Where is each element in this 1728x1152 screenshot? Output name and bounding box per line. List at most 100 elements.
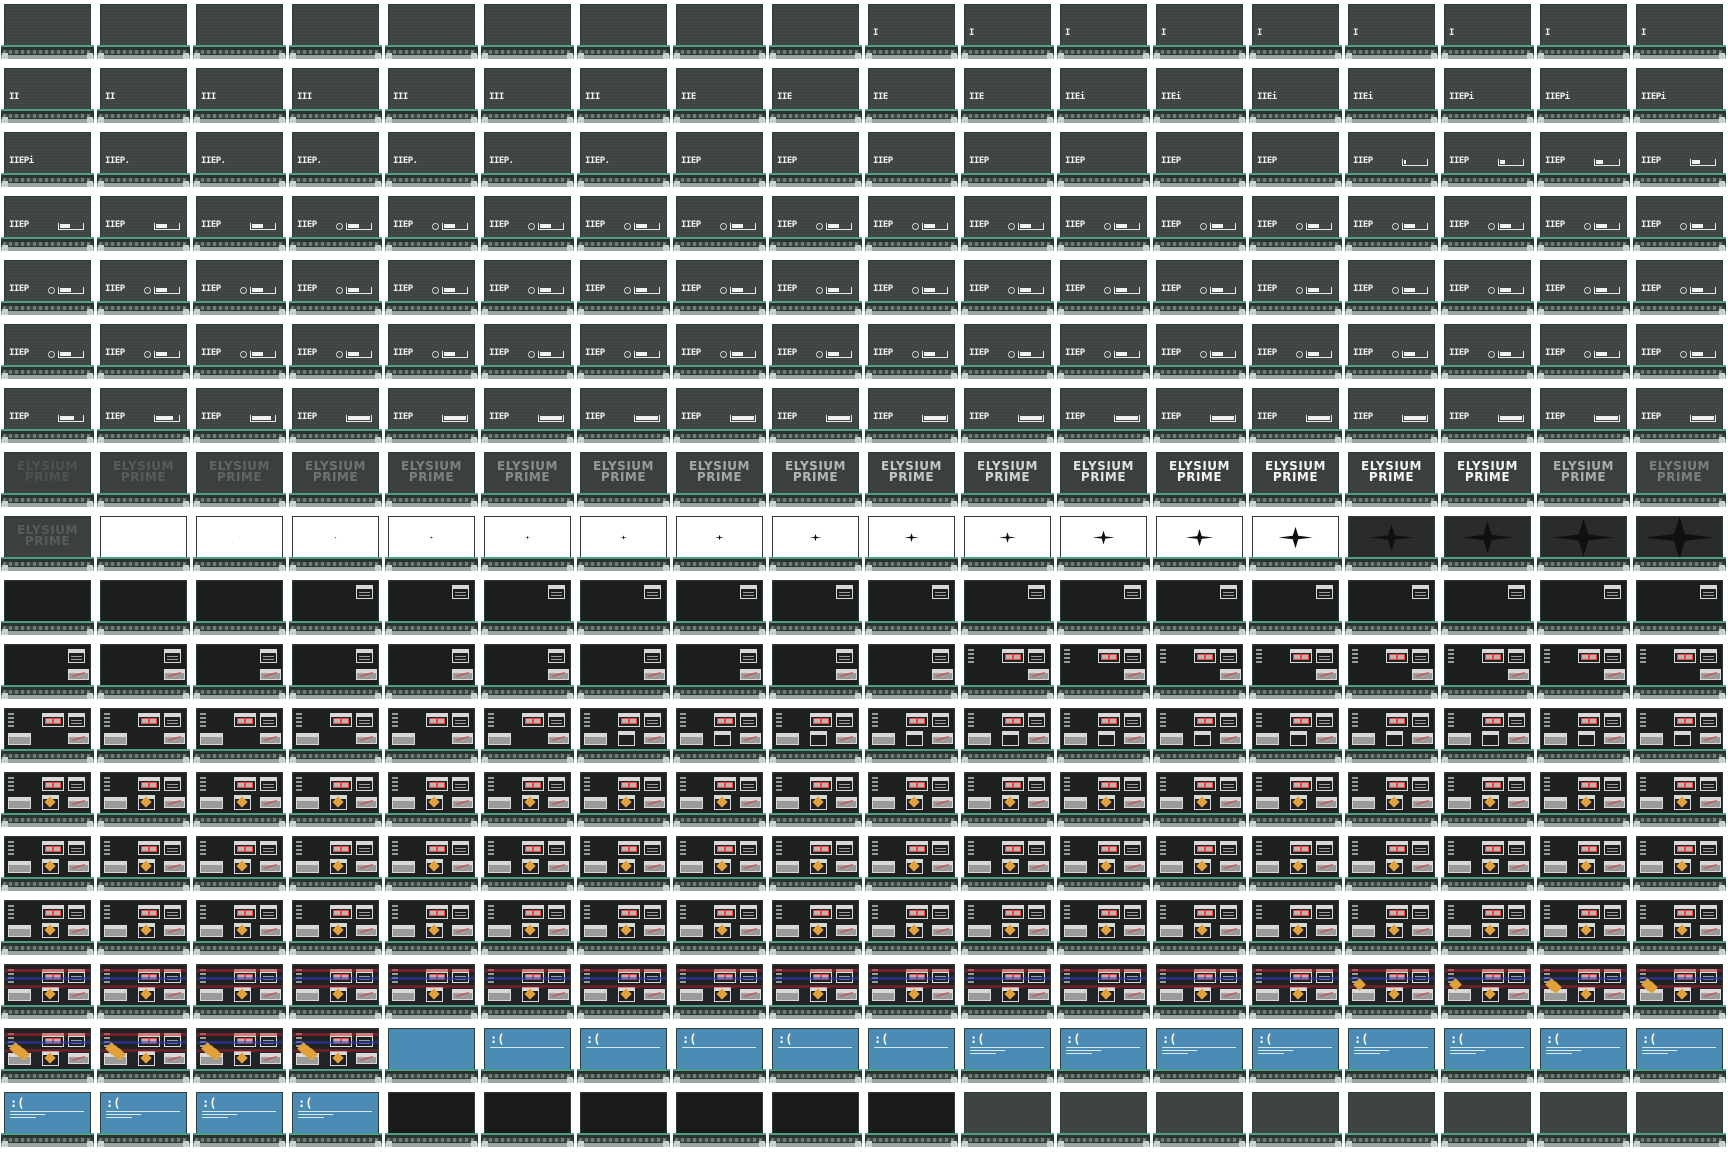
bottom-right-window[interactable] — [1507, 668, 1529, 680]
top-right-window[interactable] — [931, 905, 950, 920]
bottom-right-window[interactable] — [355, 988, 377, 1000]
window-title-bar[interactable] — [1545, 733, 1567, 737]
center-window[interactable] — [809, 905, 833, 920]
window-title-bar[interactable] — [644, 842, 661, 846]
bottom-right-window[interactable] — [547, 988, 569, 1000]
window-title-bar[interactable] — [1161, 733, 1183, 737]
bottom-left-window[interactable] — [776, 988, 800, 1001]
window-title-bar[interactable] — [1065, 925, 1087, 929]
top-right-window[interactable] — [931, 649, 950, 664]
window-title-bar[interactable] — [644, 778, 661, 782]
center-window[interactable] — [809, 777, 833, 792]
center-window[interactable] — [1001, 905, 1025, 920]
lower-center-window[interactable] — [1673, 986, 1691, 1002]
bottom-right-window[interactable] — [259, 668, 281, 680]
center-window[interactable] — [1385, 777, 1409, 792]
center-window[interactable] — [1193, 713, 1217, 728]
bottom-right-window[interactable] — [259, 924, 281, 936]
window-title-bar[interactable] — [330, 778, 352, 782]
window-title-bar[interactable] — [1674, 842, 1696, 846]
window-title-bar[interactable] — [1124, 906, 1141, 910]
window-title-bar[interactable] — [68, 906, 85, 910]
window-title-bar[interactable] — [1220, 714, 1237, 718]
top-right-window[interactable] — [1411, 777, 1430, 792]
window-title-bar[interactable] — [1194, 714, 1216, 718]
bottom-left-window[interactable] — [1160, 988, 1184, 1001]
sidebar-icon[interactable] — [1544, 905, 1550, 919]
window-title-bar[interactable] — [1641, 797, 1663, 801]
window-title-bar[interactable] — [1545, 925, 1567, 929]
top-right-window[interactable] — [931, 841, 950, 856]
sidebar-icon[interactable] — [968, 713, 974, 727]
lower-center-window[interactable] — [809, 794, 827, 810]
window-title-bar[interactable] — [1641, 861, 1663, 865]
sidebar-icon[interactable] — [488, 905, 494, 919]
top-right-window[interactable] — [67, 905, 86, 920]
window-title-bar[interactable] — [906, 778, 928, 782]
top-right-window[interactable] — [1315, 777, 1334, 792]
bottom-left-window[interactable] — [104, 796, 128, 809]
bottom-left-window[interactable] — [968, 988, 992, 1001]
sidebar-icon[interactable] — [968, 649, 974, 663]
lower-center-window[interactable] — [1385, 986, 1403, 1002]
sidebar-icon[interactable] — [104, 841, 110, 855]
lower-center-window[interactable] — [233, 986, 251, 1002]
top-right-window[interactable] — [547, 777, 566, 792]
lower-center-window[interactable] — [905, 858, 923, 874]
window-title-bar[interactable] — [714, 906, 736, 910]
center-window[interactable] — [1001, 841, 1025, 856]
top-right-window[interactable] — [1603, 841, 1622, 856]
bottom-right-window[interactable] — [1123, 796, 1145, 808]
bottom-right-window[interactable] — [451, 860, 473, 872]
window-title-bar[interactable] — [1124, 778, 1141, 782]
window-title-bar[interactable] — [1412, 906, 1429, 910]
bottom-right-window[interactable] — [739, 668, 761, 680]
window-title-bar[interactable] — [42, 714, 64, 718]
window-title-bar[interactable] — [714, 731, 730, 735]
bottom-left-window[interactable] — [104, 924, 128, 937]
window-title-bar[interactable] — [1482, 731, 1498, 735]
window-title-bar[interactable] — [393, 733, 415, 737]
center-window[interactable] — [617, 905, 641, 920]
bottom-right-window[interactable] — [355, 1052, 377, 1064]
window-title-bar[interactable] — [1257, 861, 1279, 865]
lower-center-window[interactable] — [1577, 922, 1595, 938]
window-title-bar[interactable] — [1604, 650, 1621, 654]
window-title-bar[interactable] — [452, 906, 469, 910]
center-window[interactable] — [1481, 905, 1505, 920]
top-right-window[interactable] — [1315, 649, 1334, 664]
window-title-bar[interactable] — [1124, 842, 1141, 846]
lower-center-window[interactable] — [1001, 858, 1019, 874]
sidebar-icon[interactable] — [1352, 713, 1358, 727]
bottom-left-window[interactable] — [392, 988, 416, 1001]
window-title-bar[interactable] — [810, 731, 826, 735]
bottom-right-window[interactable] — [259, 796, 281, 808]
sidebar-icon[interactable] — [680, 713, 686, 727]
top-right-window[interactable] — [1699, 649, 1718, 664]
center-window[interactable] — [1289, 841, 1313, 856]
bottom-right-window[interactable] — [1699, 668, 1721, 680]
bottom-left-window[interactable] — [1352, 924, 1376, 937]
lower-center-window[interactable] — [713, 730, 731, 746]
window-title-bar[interactable] — [522, 714, 544, 718]
sidebar-icon[interactable] — [1544, 777, 1550, 791]
window-title-bar[interactable] — [1449, 925, 1471, 929]
top-right-window[interactable] — [1123, 649, 1142, 664]
window-title-bar[interactable] — [260, 650, 277, 654]
window-title-bar[interactable] — [1578, 778, 1600, 782]
top-right-window[interactable] — [547, 841, 566, 856]
lower-center-window[interactable] — [1577, 730, 1595, 746]
lower-center-window[interactable] — [809, 922, 827, 938]
sidebar-icon[interactable] — [872, 905, 878, 919]
window-title-bar[interactable] — [1316, 906, 1333, 910]
sidebar-icon[interactable] — [1640, 713, 1646, 727]
center-window[interactable] — [1385, 649, 1409, 664]
window-title-bar[interactable] — [932, 906, 949, 910]
bottom-right-window[interactable] — [1027, 988, 1049, 1000]
bottom-left-window[interactable] — [968, 860, 992, 873]
window-title-bar[interactable] — [1700, 650, 1717, 654]
window-title-bar[interactable] — [42, 906, 64, 910]
top-right-window[interactable] — [1603, 649, 1622, 664]
bottom-right-window[interactable] — [1315, 860, 1337, 872]
window-title-bar[interactable] — [164, 906, 181, 910]
